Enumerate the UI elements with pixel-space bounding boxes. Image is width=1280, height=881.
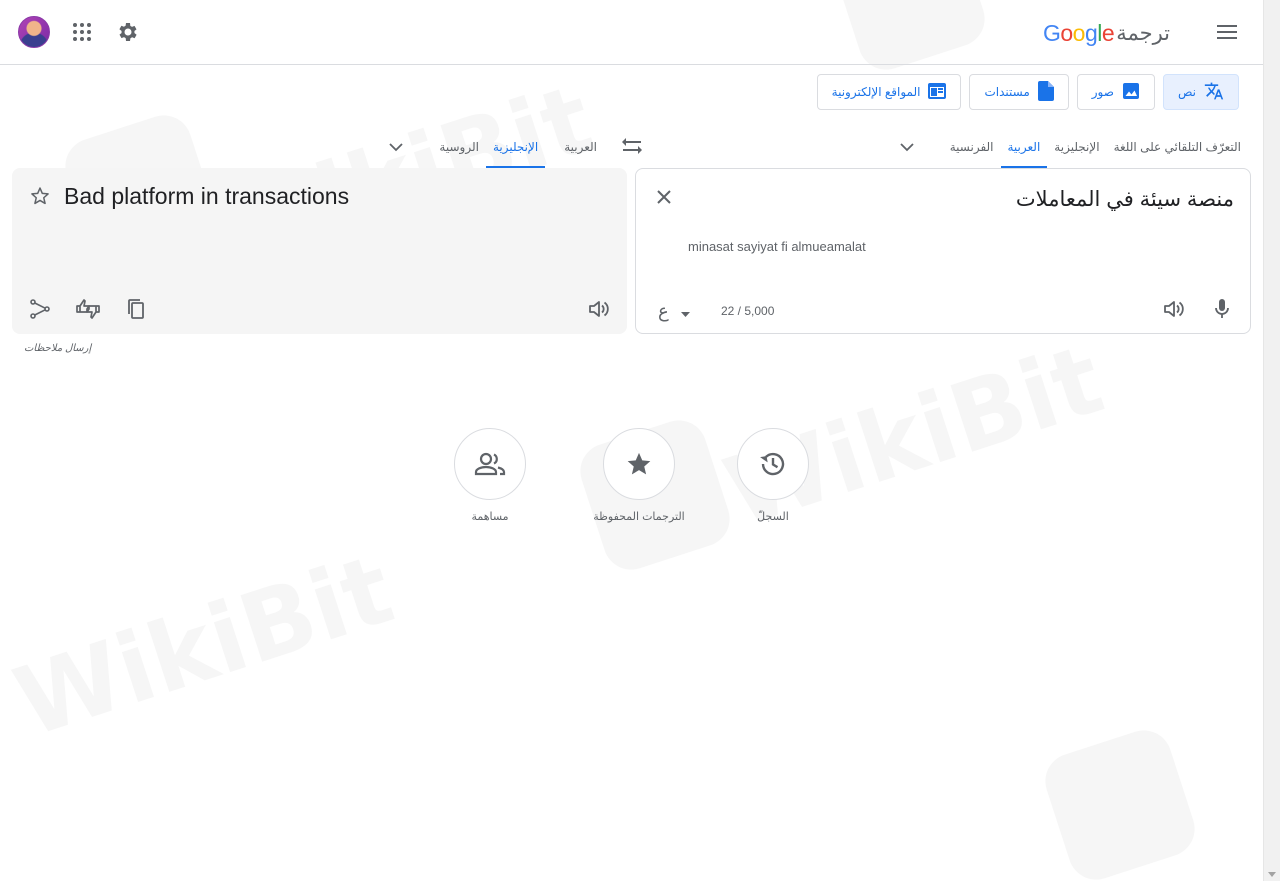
keyboard-glyph: ع bbox=[658, 300, 669, 321]
mode-label: مستندات bbox=[984, 85, 1030, 99]
mode-label: نص bbox=[1177, 85, 1196, 99]
translate-page: WikiBit WikiBit WikiBit ترجمة Google bbox=[0, 0, 1280, 881]
people-icon[interactable] bbox=[454, 428, 526, 500]
listen-speaker-icon[interactable] bbox=[1154, 289, 1194, 329]
scroll-down-arrow-icon[interactable] bbox=[1268, 872, 1276, 877]
translation-text: Bad platform in transactions bbox=[64, 183, 350, 209]
source-transliteration: minasat sayiyat fi almueamalat bbox=[688, 239, 866, 254]
target-lang-more-chevron-down-icon[interactable] bbox=[378, 129, 414, 165]
website-icon bbox=[928, 82, 947, 102]
mode-label: صور bbox=[1091, 85, 1114, 99]
source-lang-arabic[interactable]: العربية bbox=[1000, 126, 1048, 168]
target-language-bar: العربية الإنجليزية الروسية bbox=[378, 126, 604, 168]
settings-gear-icon[interactable] bbox=[108, 12, 148, 52]
apps-grid-icon[interactable] bbox=[62, 12, 102, 52]
mode-label: المواقع الإلكترونية bbox=[831, 85, 921, 99]
watermark-logo bbox=[1038, 723, 1202, 881]
source-lang-english[interactable]: الإنجليزية bbox=[1047, 126, 1106, 168]
listen-translation-speaker-icon[interactable] bbox=[579, 289, 619, 329]
mode-tab-websites[interactable]: المواقع الإلكترونية bbox=[816, 74, 962, 110]
google-translate-logo[interactable]: ترجمة Google bbox=[1043, 18, 1170, 48]
microphone-icon[interactable] bbox=[1202, 289, 1242, 329]
document-icon bbox=[1037, 80, 1054, 104]
target-lang-english[interactable]: الإنجليزية bbox=[485, 126, 546, 168]
translate-icon bbox=[1204, 81, 1224, 104]
source-textarea[interactable]: منصة سيئة في المعاملات bbox=[1016, 187, 1234, 212]
rate-translation-icon[interactable] bbox=[68, 289, 108, 329]
swap-languages-icon[interactable] bbox=[614, 128, 650, 164]
mode-tabs: نص صور مستندات المواقع الإلكترونية bbox=[816, 74, 1239, 110]
vertical-scrollbar[interactable] bbox=[1263, 0, 1280, 881]
mode-tab-text[interactable]: نص bbox=[1162, 74, 1239, 110]
share-icon[interactable] bbox=[20, 289, 60, 329]
saved-translations-action[interactable]: الترجمات المحفوظة bbox=[589, 428, 689, 523]
account-avatar[interactable] bbox=[18, 16, 50, 48]
clear-close-icon[interactable] bbox=[644, 177, 684, 217]
character-counter: 22 / 5,000 bbox=[721, 304, 775, 318]
bottom-actions: مساهمة الترجمات المحفوظة السجلّ bbox=[0, 428, 1263, 528]
source-lang-french[interactable]: الفرنسية bbox=[943, 126, 1001, 168]
mode-tab-documents[interactable]: مستندات bbox=[969, 74, 1069, 110]
brand-google-text: Google bbox=[1042, 19, 1115, 46]
input-tools-keyboard[interactable]: ع bbox=[658, 297, 708, 325]
history-icon[interactable] bbox=[737, 428, 809, 500]
send-feedback-link[interactable]: إرسال ملاحظات bbox=[24, 343, 91, 354]
source-text-panel[interactable]: منصة سيئة في المعاملات minasat sayiyat f… bbox=[635, 168, 1251, 334]
target-lang-arabic[interactable]: العربية bbox=[557, 126, 604, 168]
source-lang-detect[interactable]: التعرّف التلقائي على اللغة bbox=[1107, 126, 1248, 168]
contribute-action[interactable]: مساهمة bbox=[454, 428, 526, 523]
star-icon[interactable] bbox=[603, 428, 675, 500]
source-language-bar: التعرّف التلقائي على اللغة الإنجليزية ال… bbox=[889, 126, 1248, 168]
saved-translations-label: الترجمات المحفوظة bbox=[593, 511, 685, 523]
header: ترجمة Google bbox=[0, 0, 1263, 65]
main-menu-icon[interactable] bbox=[1207, 12, 1247, 52]
image-icon bbox=[1122, 82, 1140, 103]
copy-icon[interactable] bbox=[116, 289, 156, 329]
save-star-icon[interactable] bbox=[20, 176, 60, 216]
watermark-text: WikiBit bbox=[2, 533, 405, 759]
history-action[interactable]: السجلّ bbox=[737, 428, 809, 523]
translation-output-panel: Bad platform in transactions bbox=[12, 168, 627, 334]
caret-down-icon bbox=[680, 301, 690, 322]
source-lang-more-chevron-down-icon[interactable] bbox=[889, 129, 925, 165]
brand-translate-text: ترجمة bbox=[1116, 21, 1170, 45]
target-lang-russian[interactable]: الروسية bbox=[432, 126, 486, 168]
contribute-label: مساهمة bbox=[471, 511, 509, 523]
mode-tab-images[interactable]: صور bbox=[1076, 74, 1155, 110]
history-label: السجلّ bbox=[757, 511, 789, 523]
